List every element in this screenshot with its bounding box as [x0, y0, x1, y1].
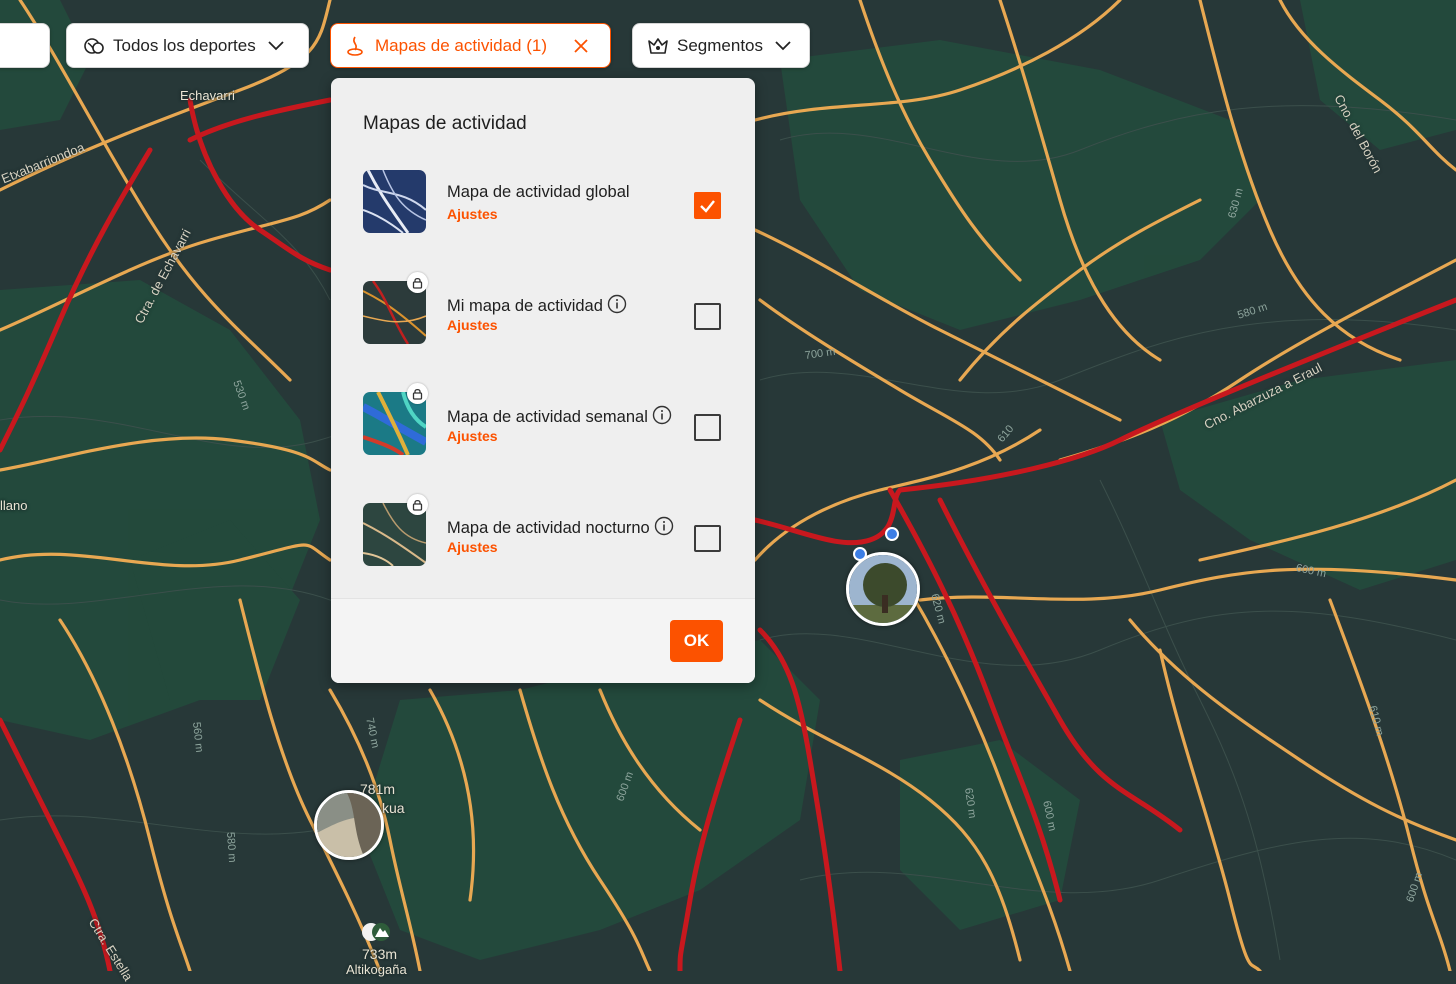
panel-footer: OK: [331, 598, 755, 683]
place-label: Echavarri: [180, 88, 235, 103]
contour-label: 580 m: [224, 831, 239, 863]
panel-title: Mapas de actividad: [363, 113, 527, 134]
lock-icon: [407, 272, 428, 293]
segments-icon: [648, 37, 668, 54]
info-icon[interactable]: [607, 294, 627, 314]
settings-link[interactable]: Ajustes: [447, 206, 498, 222]
sports-icon: [84, 37, 104, 54]
search-chip[interactable]: [0, 23, 50, 68]
segments-filter-dropdown[interactable]: Segmentos: [632, 23, 810, 68]
heatmap-option-label: Mapa de actividad nocturno: [447, 516, 674, 538]
heatmap-icon: [347, 36, 363, 56]
heatmap-checkbox[interactable]: [694, 303, 721, 330]
peak-elevation-label: 733m: [362, 946, 398, 962]
lock-icon: [407, 383, 428, 404]
heatmap-option-weekly[interactable]: Mapa de actividad semanal Ajustes: [363, 383, 743, 456]
photo-marker[interactable]: [846, 552, 920, 626]
heatmap-option-global[interactable]: Mapa de actividad global Ajustes: [363, 170, 743, 234]
sport-filter-dropdown[interactable]: Todos los deportes: [66, 23, 309, 68]
close-icon[interactable]: [573, 38, 589, 54]
settings-link[interactable]: Ajustes: [447, 428, 498, 444]
lock-icon: [407, 494, 428, 515]
heatmap-filter-chip[interactable]: Mapas de actividad (1): [330, 23, 611, 68]
segments-filter-label: Segmentos: [677, 35, 763, 55]
heatmap-checkbox[interactable]: [694, 525, 721, 552]
settings-link[interactable]: Ajustes: [447, 539, 498, 555]
check-icon: [700, 200, 715, 213]
settings-link[interactable]: Ajustes: [447, 317, 498, 333]
location-dot[interactable]: [885, 527, 899, 541]
chevron-down-icon: [775, 40, 791, 50]
heatmap-checkbox[interactable]: [694, 192, 721, 219]
sport-filter-label: Todos los deportes: [113, 35, 256, 55]
heatmap-option-label: Mi mapa de actividad: [447, 294, 627, 316]
heatmap-option-personal[interactable]: Mi mapa de actividad Ajustes: [363, 272, 743, 345]
heatmap-option-label: Mapa de actividad semanal: [447, 405, 672, 427]
peak-marker-icon[interactable]: [362, 920, 392, 944]
heatmap-filter-label: Mapas de actividad (1): [375, 35, 547, 55]
heatmap-option-night[interactable]: Mapa de actividad nocturno Ajustes: [363, 494, 743, 567]
info-icon[interactable]: [654, 516, 674, 536]
place-label: llano: [0, 498, 28, 513]
info-icon[interactable]: [652, 405, 672, 425]
chevron-down-icon: [268, 40, 284, 50]
location-dot[interactable]: [853, 547, 867, 561]
ok-button[interactable]: OK: [670, 620, 723, 662]
heatmap-panel: Mapas de actividad Mapa de actividad glo…: [331, 78, 755, 683]
heatmap-option-label: Mapa de actividad global: [447, 183, 630, 201]
peak-name-label: Altikogaña: [346, 962, 407, 977]
photo-marker[interactable]: [314, 790, 384, 860]
heatmap-thumbnail: [363, 170, 426, 233]
peak-name-label: kua: [382, 800, 405, 816]
heatmap-checkbox[interactable]: [694, 414, 721, 441]
